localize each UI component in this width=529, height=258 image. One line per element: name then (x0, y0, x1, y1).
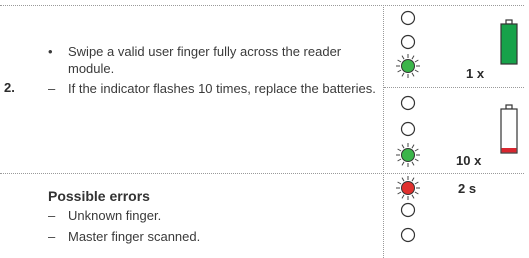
flash-count-1x: 1 x (466, 66, 485, 81)
led-off-icon (400, 95, 416, 111)
led-off-icon (400, 121, 416, 137)
battery-low-icon (500, 108, 518, 154)
battery-low-level-icon (501, 148, 517, 153)
led-off-icon (400, 10, 416, 26)
duration-2s: 2 s (458, 181, 477, 196)
led-red-icon (401, 181, 415, 195)
indicator-graphics (396, 10, 518, 243)
instruction-page: 2. • Swipe a valid user finger fully acr… (0, 0, 529, 258)
led-green-icon (401, 59, 415, 73)
led-off-icon (400, 227, 416, 243)
led-off-icon (400, 202, 416, 218)
led-green-icon (401, 148, 415, 162)
flash-count-10x: 10 x (456, 153, 482, 168)
led-off-icon (400, 34, 416, 50)
battery-full-icon (500, 23, 518, 65)
